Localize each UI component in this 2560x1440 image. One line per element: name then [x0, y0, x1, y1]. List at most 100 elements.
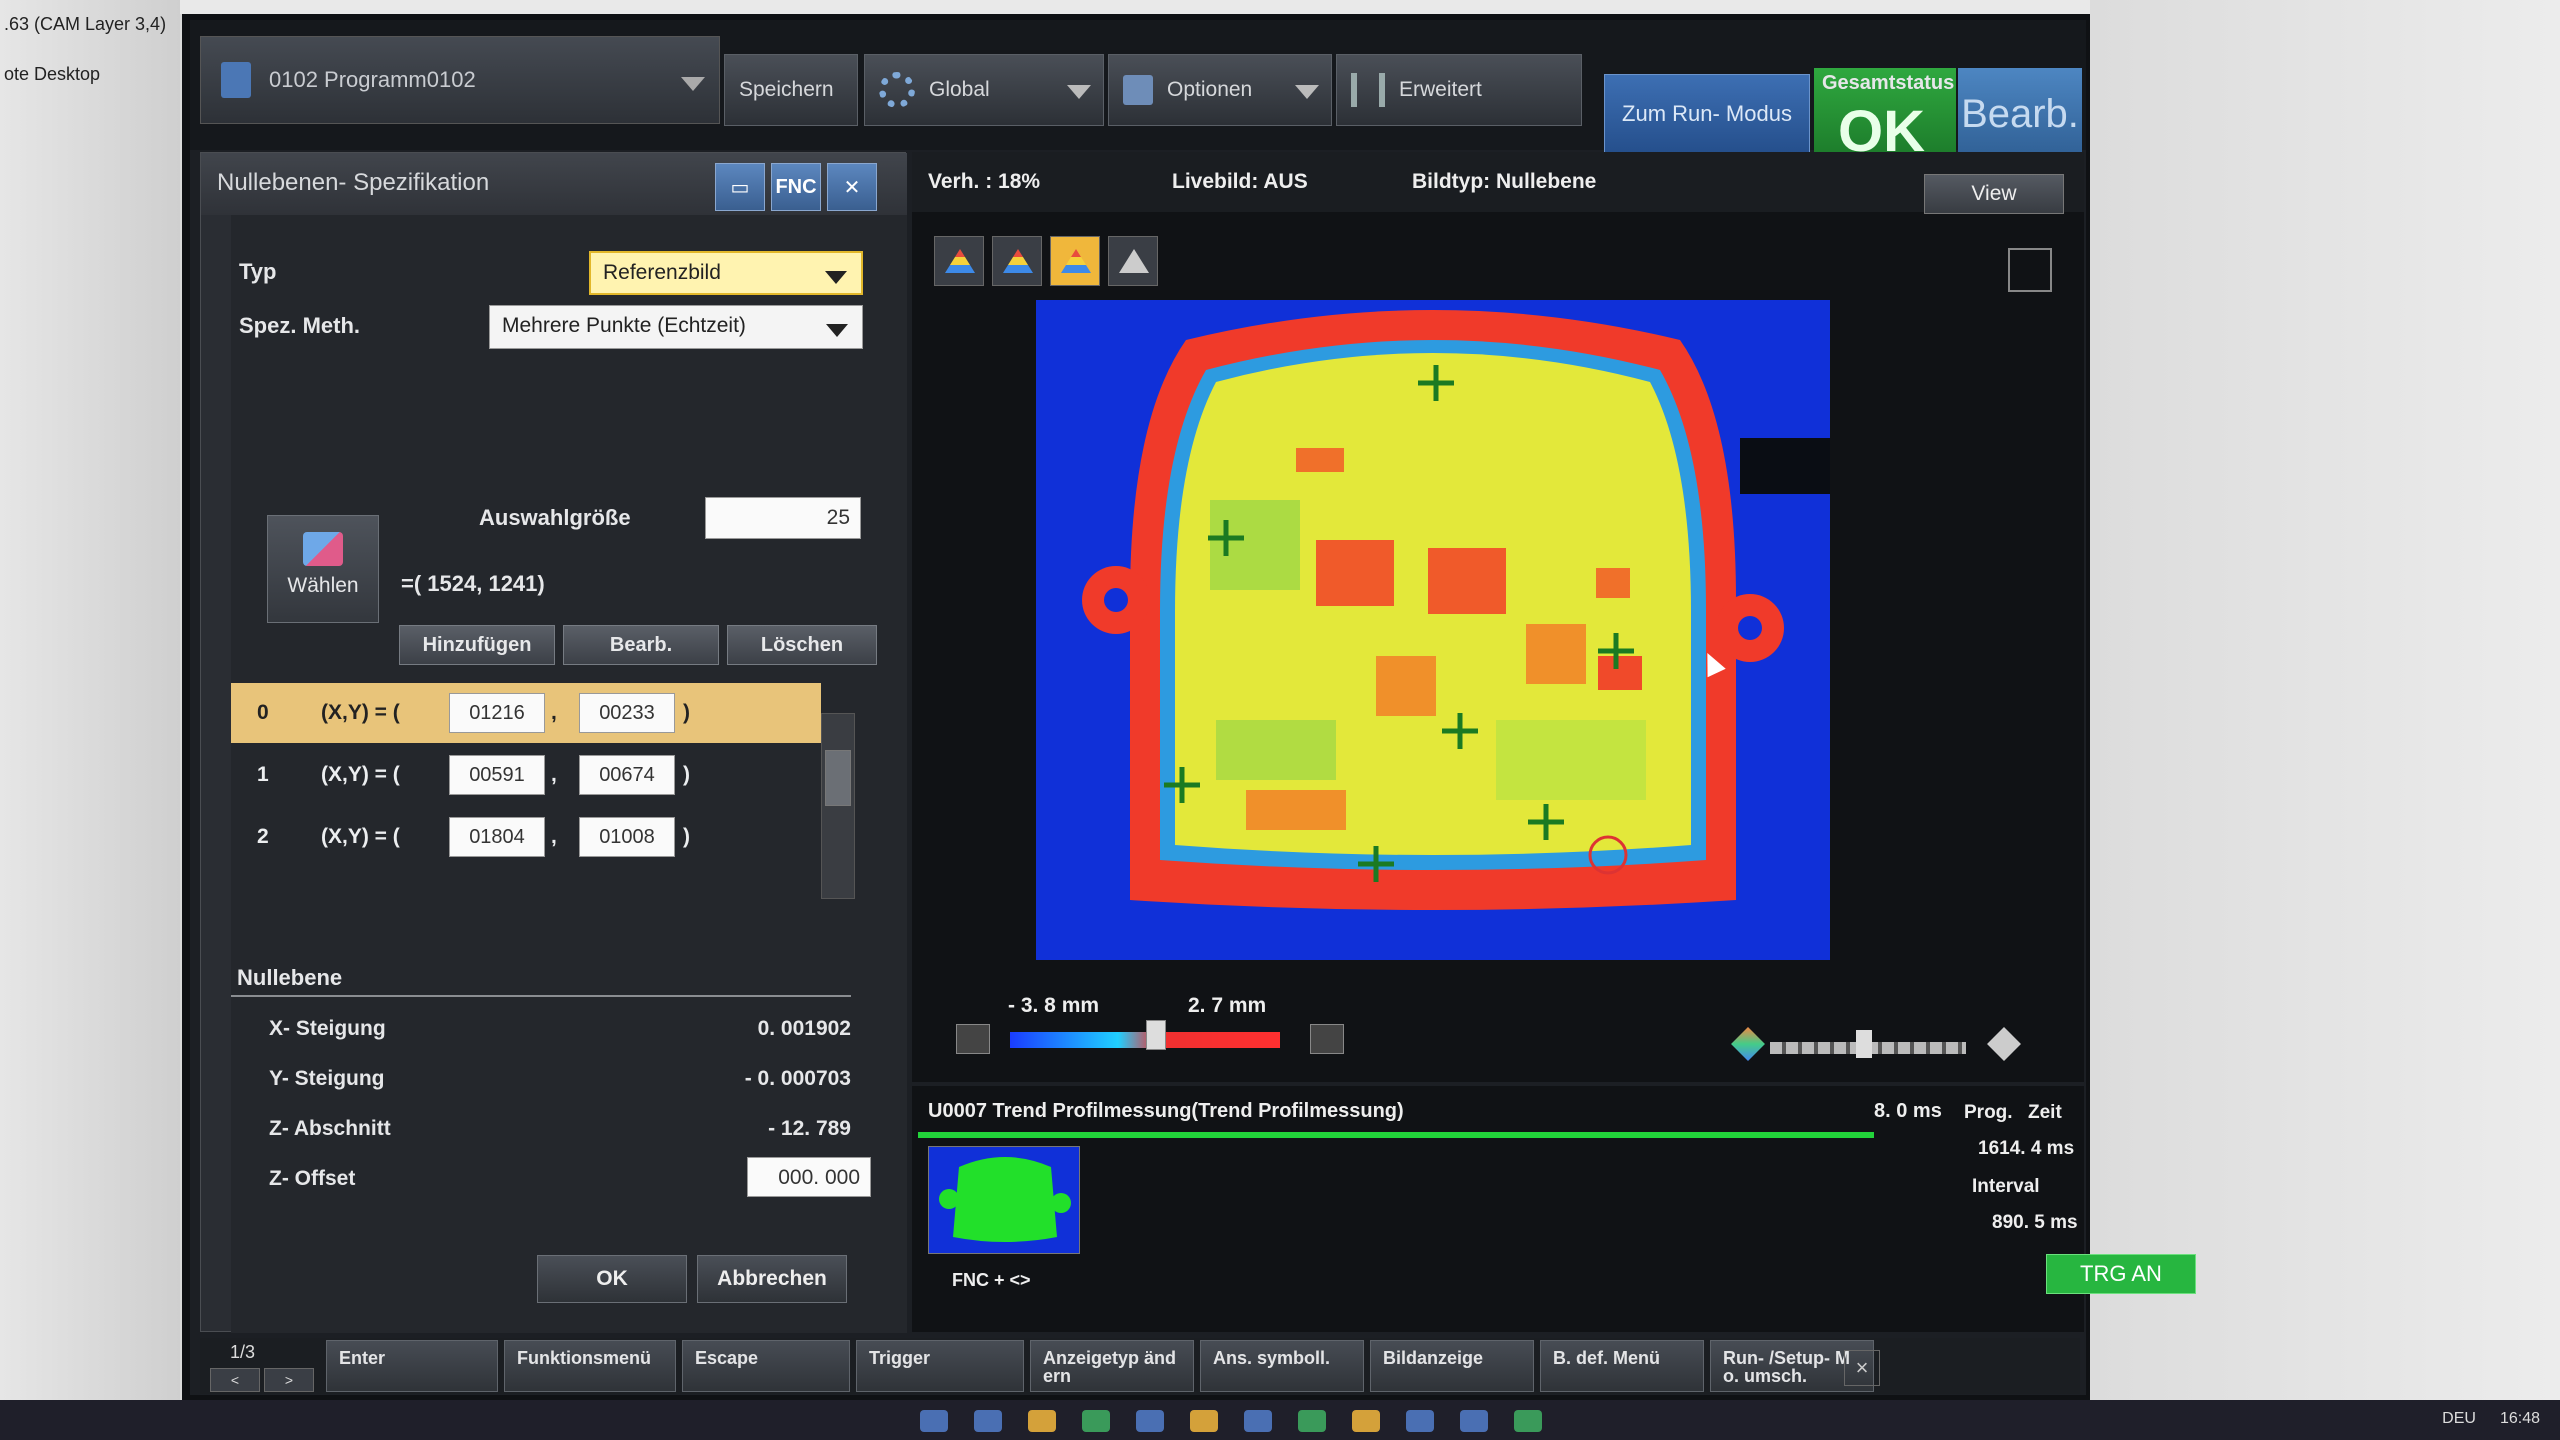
- param-name: Y- Steigung: [269, 1067, 385, 1090]
- symbol-view-key[interactable]: Ans. symboll.: [1200, 1340, 1364, 1392]
- gray-palette-icon[interactable]: [1987, 1027, 2021, 1061]
- taskbar-app-icon[interactable]: [1136, 1410, 1164, 1432]
- brightness-slider-handle[interactable]: [1856, 1030, 1872, 1058]
- z-offset-field[interactable]: 000. 000: [747, 1157, 871, 1197]
- range-expand-icon[interactable]: [1310, 1024, 1344, 1054]
- interval-value: 890. 5 ms: [1992, 1212, 2078, 1233]
- close-paren: ): [683, 763, 690, 786]
- point-y-field[interactable]: 01008: [579, 817, 675, 857]
- method-select[interactable]: Mehrere Punkte (Echtzeit): [489, 305, 863, 349]
- zero-plane-section-label: Nullebene: [237, 965, 343, 990]
- gray-mode-button[interactable]: [1108, 236, 1158, 286]
- program-select[interactable]: 0102 Programm0102: [200, 36, 720, 124]
- point-row-0[interactable]: 0 (X,Y) = ( 01216 , 00233 ): [231, 683, 821, 743]
- save-button[interactable]: Speichern: [724, 54, 858, 126]
- clock[interactable]: 16:48: [2500, 1410, 2540, 1428]
- overall-status-label: Gesamtstatus: [1822, 72, 1955, 94]
- remote-desktop-background: .63 (CAM Layer 3,4) ote Desktop: [0, 0, 180, 1440]
- point-row-2[interactable]: 2 (X,Y) = ( 01804 , 01008 ): [231, 807, 821, 867]
- height-map-mode-button[interactable]: [934, 236, 984, 286]
- point-y-field[interactable]: 00233: [579, 693, 675, 733]
- image-display-key[interactable]: Bildanzeige: [1370, 1340, 1534, 1392]
- run-mode-button[interactable]: Zum Run- Modus: [1604, 74, 1810, 154]
- edit-mode-indicator[interactable]: Bearb.: [1958, 68, 2082, 160]
- points-scrollbar[interactable]: [821, 713, 855, 899]
- close-icon[interactable]: ×: [1844, 1350, 1880, 1386]
- type-select[interactable]: Referenzbild: [589, 251, 863, 295]
- taskbar-app-icon[interactable]: [1460, 1410, 1488, 1432]
- trigger-key[interactable]: Trigger: [856, 1340, 1024, 1392]
- point-x-field[interactable]: 01804: [449, 817, 545, 857]
- fnc-button[interactable]: FNC: [771, 163, 821, 211]
- cancel-button[interactable]: Abbrechen: [697, 1255, 847, 1303]
- point-y-field[interactable]: 00674: [579, 755, 675, 795]
- chevron-down-icon: [681, 77, 705, 91]
- language-indicator[interactable]: DEU: [2442, 1410, 2476, 1428]
- scrollbar-thumb[interactable]: [825, 750, 851, 806]
- taskbar-app-icon[interactable]: [1190, 1410, 1218, 1432]
- taskbar-app-icon[interactable]: [1028, 1410, 1056, 1432]
- fullscreen-icon[interactable]: [2008, 248, 2052, 292]
- taskbar-app-icon[interactable]: [920, 1410, 948, 1432]
- close-icon[interactable]: ✕: [827, 163, 877, 211]
- gear-icon: [879, 72, 915, 108]
- overall-status-badge: Gesamtstatus OK: [1814, 68, 1956, 164]
- select-point-button[interactable]: Wählen: [267, 515, 379, 623]
- trend-thumbnail[interactable]: [928, 1146, 1080, 1254]
- global-menu-button[interactable]: Global: [864, 54, 1104, 126]
- param-value: 0. 001902: [757, 1017, 851, 1040]
- type-select-value: Referenzbild: [603, 261, 721, 284]
- comma-separator: ,: [551, 763, 557, 786]
- taskbar-app-icon[interactable]: [974, 1410, 1002, 1432]
- monitor-icon[interactable]: ▭: [715, 163, 765, 211]
- add-point-button[interactable]: Hinzufügen: [399, 625, 555, 665]
- interval-label: Interval: [1972, 1176, 2040, 1197]
- point-x-field[interactable]: 00591: [449, 755, 545, 795]
- close-paren: ): [683, 701, 690, 724]
- display-type-key[interactable]: Anzeigetyp änd ern: [1030, 1340, 1194, 1392]
- prev-page-button[interactable]: <: [210, 1368, 260, 1392]
- height-map-image[interactable]: [1036, 300, 1830, 960]
- color-mode-button[interactable]: [1050, 236, 1100, 286]
- extended-label: Erweitert: [1399, 78, 1482, 101]
- view-button[interactable]: View: [1924, 174, 2064, 214]
- color-map-icon: [1061, 249, 1091, 273]
- selection-size-field[interactable]: 25: [705, 497, 861, 539]
- delete-point-button[interactable]: Löschen: [727, 625, 877, 665]
- edit-point-button[interactable]: Bearb.: [563, 625, 719, 665]
- taskbar-app-icon[interactable]: [1406, 1410, 1434, 1432]
- point-x-field[interactable]: 01216: [449, 693, 545, 733]
- taskbar-app-icon[interactable]: [1244, 1410, 1272, 1432]
- range-shrink-icon[interactable]: [956, 1024, 990, 1054]
- coords-readout: =( 1524, 1241): [401, 571, 545, 596]
- options-menu-button[interactable]: Optionen: [1108, 54, 1332, 126]
- image-info-bar: Verh. : 18% Livebild: AUS Bildtyp: Nulle…: [912, 152, 2084, 212]
- profile-mode-button[interactable]: [992, 236, 1042, 286]
- taskbar-app-icon[interactable]: [1082, 1410, 1110, 1432]
- extended-menu-button[interactable]: Erweitert: [1336, 54, 1582, 126]
- point-row-1[interactable]: 1 (X,Y) = ( 00591 , 00674 ): [231, 745, 821, 805]
- function-menu-key[interactable]: Funktionsmenü: [504, 1340, 676, 1392]
- color-range-handle[interactable]: [1146, 1020, 1166, 1050]
- taskbar-app-icon[interactable]: [1298, 1410, 1326, 1432]
- image-type-readout: Bildtyp: Nullebene: [1412, 170, 1597, 193]
- point-label: (X,Y) = (: [321, 763, 400, 786]
- trigger-on-button[interactable]: TRG AN: [2046, 1254, 2196, 1294]
- range-max-readout: 2. 7 mm: [1188, 994, 1267, 1017]
- enter-key[interactable]: Enter: [326, 1340, 498, 1392]
- selection-size-label: Auswahlgröße: [479, 505, 631, 530]
- chevron-down-icon: [825, 271, 847, 284]
- param-name: X- Steigung: [269, 1017, 386, 1040]
- color-range-bar[interactable]: [1010, 1032, 1280, 1048]
- taskbar-app-icon[interactable]: [1352, 1410, 1380, 1432]
- zero-plane-dialog: Nullebenen- Spezifikation ▭ FNC ✕ Typ Re…: [200, 152, 907, 1333]
- param-name: Z- Offset: [269, 1167, 356, 1190]
- next-page-button[interactable]: >: [264, 1368, 314, 1392]
- taskbar-app-icon[interactable]: [1514, 1410, 1542, 1432]
- comma-separator: ,: [551, 701, 557, 724]
- color-palette-icon[interactable]: [1731, 1027, 1765, 1061]
- ok-button[interactable]: OK: [537, 1255, 687, 1303]
- image-def-menu-key[interactable]: B. def. Menü: [1540, 1340, 1704, 1392]
- escape-key[interactable]: Escape: [682, 1340, 850, 1392]
- select-point-label: Wählen: [287, 574, 359, 597]
